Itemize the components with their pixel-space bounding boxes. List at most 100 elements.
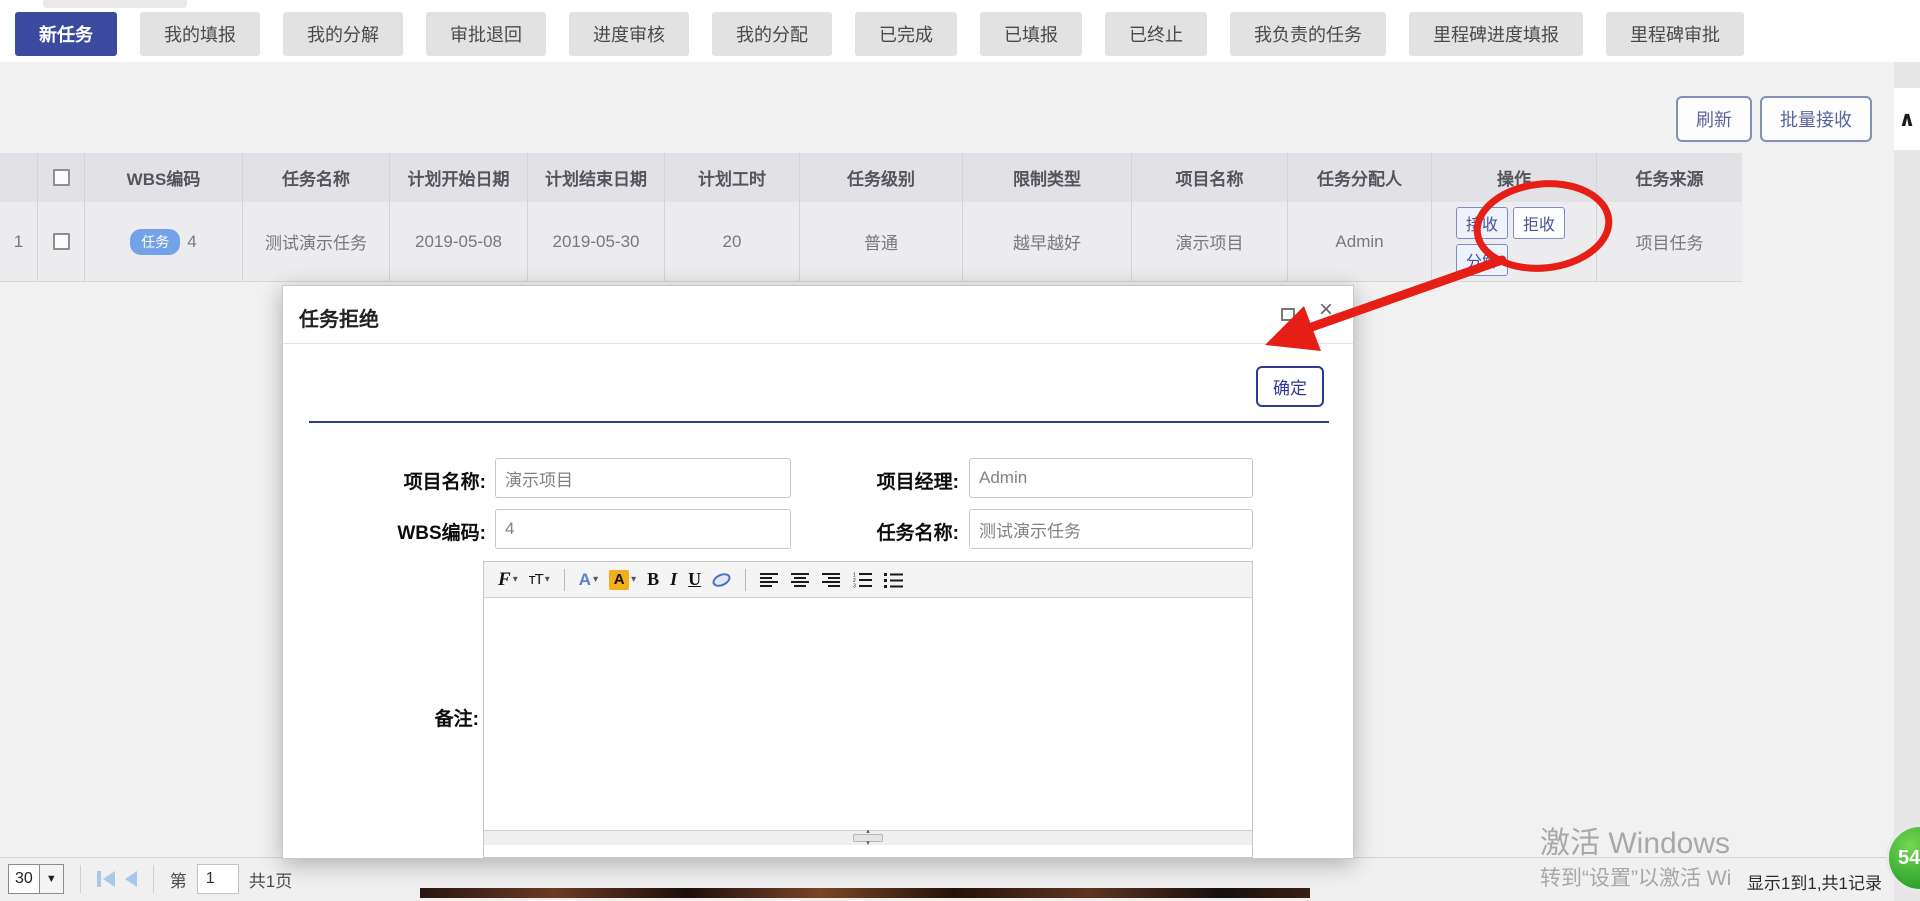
row-actions: 接收 拒收 分解	[1456, 207, 1572, 276]
reported-button[interactable]: 已填报	[980, 12, 1082, 56]
batch-accept-button[interactable]: 批量接收	[1760, 96, 1872, 142]
records-summary: 显示1到1,共1记录	[1747, 869, 1882, 894]
first-page-icon	[97, 871, 101, 887]
cell-ops: 接收 拒收 分解	[1432, 202, 1597, 281]
italic-icon[interactable]: I	[670, 569, 677, 590]
header-plan-hours: 计划工时	[665, 153, 800, 202]
confirm-button[interactable]: 确定	[1256, 366, 1324, 407]
project-manager-field[interactable]	[969, 458, 1253, 498]
divider	[564, 569, 565, 591]
rich-text-editor: F▾ ᴛT▾ A▾ A▾ B I U	[483, 561, 1253, 858]
bold-icon[interactable]: B	[647, 569, 659, 590]
milestone-progress-button[interactable]: 里程碑进度填报	[1409, 12, 1583, 56]
prev-page-button[interactable]	[125, 871, 137, 887]
chevron-down-icon: ▼	[39, 865, 63, 893]
header-plan-end: 计划结束日期	[528, 153, 665, 202]
ordered-list-icon[interactable]: 123	[853, 572, 873, 588]
vertical-scrollbar[interactable]: ∧	[1894, 62, 1920, 901]
cell-source: 项目任务	[1597, 202, 1742, 281]
header-assigner: 任务分配人	[1288, 153, 1432, 202]
cut-off-button	[43, 0, 187, 8]
windows-activation-watermark: 激活 Windows	[1540, 818, 1730, 862]
my-report-button[interactable]: 我的填报	[140, 12, 260, 56]
dialog-title: 任务拒绝	[299, 303, 379, 332]
divider	[153, 865, 154, 893]
resize-down-icon: ▾	[866, 842, 870, 846]
unordered-list-icon[interactable]	[884, 572, 904, 588]
align-right-icon[interactable]	[822, 572, 842, 588]
editor-resize-handle[interactable]: ▴ ▾	[484, 830, 1252, 845]
select-all-checkbox[interactable]	[53, 169, 70, 186]
cell-task-name: 测试演示任务	[243, 202, 390, 281]
header-plan-start: 计划开始日期	[390, 153, 528, 202]
table-row: 1 任务 4 测试演示任务 2019-05-08 2019-05-30 20 普…	[0, 202, 1742, 282]
accept-button[interactable]: 接收	[1456, 207, 1508, 239]
cell-plan-hours: 20	[665, 202, 800, 281]
page-number-input[interactable]	[197, 864, 239, 894]
scroll-up-icon[interactable]: ∧	[1894, 88, 1920, 150]
windows-activation-hint: 转到“设置”以激活 Wi	[1540, 862, 1731, 892]
cell-assigner: Admin	[1288, 202, 1432, 281]
header-wbs: WBS编码	[85, 153, 243, 202]
task-name-field[interactable]	[969, 509, 1253, 549]
remark-editor-area[interactable]	[484, 598, 1252, 830]
page-prefix-label: 第	[170, 867, 187, 892]
cell-plan-start: 2019-05-08	[390, 202, 528, 281]
wbs-code-field[interactable]	[495, 509, 791, 549]
prev-page-icon	[125, 871, 137, 887]
app-page: 新任务 我的填报 我的分解 审批退回 进度审核 我的分配 已完成 已填报 已终止…	[0, 0, 1920, 901]
first-page-button[interactable]	[97, 871, 115, 887]
align-left-icon[interactable]	[760, 572, 780, 588]
divider	[80, 865, 81, 893]
panel-actions: 刷新 批量接收	[1676, 96, 1872, 142]
page-total-label: 共1页	[249, 867, 292, 892]
header-ops: 操作	[1432, 153, 1597, 202]
project-name-label: 项目名称:	[283, 467, 486, 494]
task-reject-dialog: 任务拒绝 × 确定 项目名称: 项目经理: WBS编码: 任务名称: 备注: F…	[282, 285, 1354, 859]
header-project: 项目名称	[1132, 153, 1288, 202]
row-number: 1	[0, 202, 38, 281]
row-checkbox[interactable]	[53, 233, 70, 250]
task-toolbar: 新任务 我的填报 我的分解 审批退回 进度审核 我的分配 已完成 已填报 已终止…	[15, 12, 1744, 56]
milestone-approval-button[interactable]: 里程碑审批	[1606, 12, 1744, 56]
project-manager-label: 项目经理:	[813, 467, 959, 494]
underline-icon[interactable]: U	[688, 569, 701, 590]
text-color-icon[interactable]: A▾	[579, 570, 598, 590]
align-center-icon[interactable]	[791, 572, 811, 588]
background-strip	[420, 888, 1310, 898]
close-icon[interactable]: ×	[1319, 298, 1333, 322]
task-type-badge: 任务	[130, 229, 180, 255]
completed-button[interactable]: 已完成	[855, 12, 957, 56]
decompose-button[interactable]: 分解	[1456, 244, 1508, 276]
refresh-button[interactable]: 刷新	[1676, 96, 1752, 142]
header-source: 任务来源	[1597, 153, 1742, 202]
page-size-select[interactable]: 30 ▼	[8, 864, 64, 894]
row-checkbox-cell	[38, 202, 85, 281]
font-size-icon[interactable]: ᴛT▾	[529, 571, 550, 588]
reject-button[interactable]: 拒收	[1513, 207, 1565, 239]
task-table: WBS编码 任务名称 计划开始日期 计划结束日期 计划工时 任务级别 限制类型 …	[0, 153, 1742, 282]
maximize-icon[interactable]	[1281, 308, 1295, 321]
dialog-titlebar: 任务拒绝 ×	[283, 286, 1353, 344]
remove-format-icon[interactable]	[712, 574, 731, 586]
my-responsible-tasks-button[interactable]: 我负责的任务	[1230, 12, 1386, 56]
terminated-button[interactable]: 已终止	[1105, 12, 1207, 56]
tab-underline	[309, 421, 1329, 423]
wbs-code-label: WBS编码:	[283, 518, 486, 545]
font-family-icon[interactable]: F▾	[498, 569, 518, 591]
task-name-label: 任务名称:	[813, 518, 959, 545]
cell-project: 演示项目	[1132, 202, 1288, 281]
header-task-level: 任务级别	[800, 153, 963, 202]
my-decompose-button[interactable]: 我的分解	[283, 12, 403, 56]
my-assignment-button[interactable]: 我的分配	[712, 12, 832, 56]
pagination-controls: 30 ▼ 第 共1页	[8, 864, 292, 894]
cell-plan-end: 2019-05-30	[528, 202, 665, 281]
cell-wbs: 任务 4	[85, 202, 243, 281]
new-task-button[interactable]: 新任务	[15, 12, 117, 56]
highlight-color-icon[interactable]: A▾	[609, 570, 636, 590]
table-header-row: WBS编码 任务名称 计划开始日期 计划结束日期 计划工时 任务级别 限制类型 …	[0, 153, 1742, 202]
cell-task-level: 普通	[800, 202, 963, 281]
progress-review-button[interactable]: 进度审核	[569, 12, 689, 56]
project-name-field[interactable]	[495, 458, 791, 498]
approval-return-button[interactable]: 审批退回	[426, 12, 546, 56]
